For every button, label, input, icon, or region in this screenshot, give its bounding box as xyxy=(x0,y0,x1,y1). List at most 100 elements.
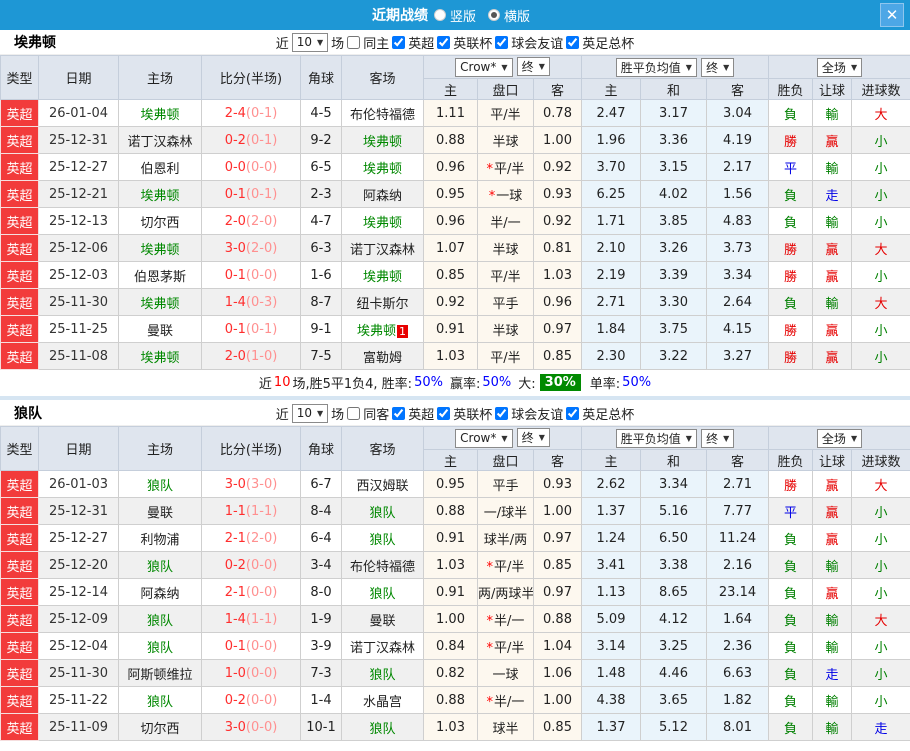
avg-draw: 4.02 xyxy=(640,180,708,208)
league-checkbox-0[interactable] xyxy=(392,406,406,420)
score-cell: 2-1(2-0) xyxy=(201,524,301,552)
league-label-3[interactable]: 英足总杯 xyxy=(582,33,634,52)
match-row: 英超 25-11-30 阿斯顿维拉 1-0(0-0) 7-3 狼队 0.82 一球 1.06 1.… xyxy=(0,659,910,687)
avg-away: 1.64 xyxy=(706,605,770,633)
match-row: 英超 25-12-27 伯恩利 0-0(0-0) 6-5 埃弗顿 0.96 *平/半 0.92 3… xyxy=(0,153,910,181)
handicap-changed-marker: * xyxy=(486,559,494,575)
horizontal-layout-label[interactable]: 横版 xyxy=(504,6,530,25)
col-avg-away: 客 xyxy=(706,78,770,100)
home-team-name: 狼队 xyxy=(146,559,173,575)
result-outcome: 勝 xyxy=(768,234,814,262)
same-venue-checkbox[interactable] xyxy=(347,35,361,49)
period-value: 全场 xyxy=(821,431,846,446)
result-outcome: 勝 xyxy=(768,261,814,289)
score-cell: 1-0(0-0) xyxy=(201,659,301,687)
handicap-changed-marker: * xyxy=(486,694,494,710)
same-venue-label[interactable]: 同主 xyxy=(363,33,389,52)
avg-draw: 5.16 xyxy=(640,497,708,525)
filter-controls: 近 10 场 同客 英超 英联杯 球会友谊 英足总杯 xyxy=(0,403,910,423)
match-date: 25-12-21 xyxy=(38,180,119,208)
match-row: 英超 25-11-30 埃弗顿 1-4(0-3) 8-7 纽卡斯尔 0.92 平手 0.96 2.… xyxy=(0,288,910,316)
avg-away: 3.27 xyxy=(706,342,770,370)
league-checkbox-3[interactable] xyxy=(566,406,580,420)
corner-score: 8-0 xyxy=(300,578,342,606)
home-team-cell: 切尔西 xyxy=(118,713,202,741)
league-checkbox-1[interactable] xyxy=(437,35,451,49)
league-checkbox-2[interactable] xyxy=(495,35,509,49)
avg-away: 2.17 xyxy=(706,153,770,181)
league-label-3[interactable]: 英足总杯 xyxy=(582,404,634,423)
score-cell: 0-1(0-1) xyxy=(201,315,301,343)
odds-away: 0.97 xyxy=(532,578,583,606)
odds-away: 1.00 xyxy=(532,497,583,525)
avg-away: 6.63 xyxy=(706,659,770,687)
avg-source-dropdown[interactable]: 胜平负均值 xyxy=(615,57,697,77)
close-button[interactable] xyxy=(880,3,904,27)
vertical-layout-radio[interactable] xyxy=(433,9,446,21)
odds-stage-dropdown[interactable]: 终 xyxy=(516,428,550,448)
avg-draw: 3.17 xyxy=(640,99,708,127)
avg-stage-dropdown[interactable]: 终 xyxy=(701,57,735,77)
result-handicap: 輸 xyxy=(812,713,853,741)
odds-home: 0.96 xyxy=(423,153,478,181)
league-checkbox-2[interactable] xyxy=(495,406,509,420)
home-team-cell: 狼队 xyxy=(118,632,202,660)
period-dropdown[interactable]: 全场 xyxy=(816,428,863,448)
result-handicap: 贏 xyxy=(812,578,853,606)
match-row: 英超 25-11-09 切尔西 3-0(0-0) 10-1 狼队 1.03 球半 0.85 1.3… xyxy=(0,713,910,741)
odds-away: 0.85 xyxy=(532,551,583,579)
horizontal-layout-radio[interactable] xyxy=(488,9,500,21)
away-team-name: 布伦特福德 xyxy=(349,107,415,123)
period-value: 全场 xyxy=(821,60,846,75)
halftime-score: (1-0) xyxy=(245,348,278,364)
fulltime-score: 0-2 xyxy=(224,692,246,708)
avg-away: 4.19 xyxy=(706,126,770,154)
league-label-0[interactable]: 英超 xyxy=(408,404,434,423)
result-outcome: 勝 xyxy=(768,342,814,370)
avg-away: 4.15 xyxy=(706,315,770,343)
corner-score: 6-4 xyxy=(300,524,342,552)
odds-source-dropdown[interactable]: Crow* xyxy=(455,57,513,77)
match-count-select[interactable]: 10 xyxy=(291,403,329,423)
matches-table-wolves: 类型 日期 主场 比分(半场) 角球 客场 Crow* 终 胜平负均值 终 全场 xyxy=(0,426,910,741)
avg-draw: 3.75 xyxy=(640,315,708,343)
home-team-name: 切尔西 xyxy=(140,721,180,737)
league-label-1[interactable]: 英联杯 xyxy=(453,404,492,423)
match-row: 英超 25-12-20 狼队 0-2(0-0) 3-4 布伦特福德 1.03 *平/半 0.85… xyxy=(0,551,910,579)
away-team-cell: 埃弗顿 xyxy=(341,207,424,235)
avg-home: 4.38 xyxy=(581,686,642,714)
same-venue-label[interactable]: 同客 xyxy=(363,404,389,423)
match-count-select[interactable]: 10 xyxy=(291,32,329,52)
score-cell: 0-2(0-1) xyxy=(201,126,301,154)
away-team-cell: 狼队 xyxy=(341,524,424,552)
result-goals: 小 xyxy=(851,659,910,687)
vertical-layout-label[interactable]: 竖版 xyxy=(450,6,476,25)
home-team-cell: 阿森纳 xyxy=(118,578,202,606)
match-row: 英超 25-12-09 狼队 1-4(1-1) 1-9 曼联 1.00 *半/一 0.88 5.0… xyxy=(0,605,910,633)
league-checkbox-3[interactable] xyxy=(566,35,580,49)
odds-source-dropdown[interactable]: Crow* xyxy=(455,428,513,448)
avg-home: 2.71 xyxy=(581,288,642,316)
league-label-2[interactable]: 球会友谊 xyxy=(511,33,563,52)
avg-stage-dropdown[interactable]: 终 xyxy=(701,428,735,448)
avg-source-dropdown[interactable]: 胜平负均值 xyxy=(615,428,697,448)
away-team-name: 富勒姆 xyxy=(362,350,402,366)
avg-away: 1.56 xyxy=(706,180,770,208)
odds-stage-dropdown[interactable]: 终 xyxy=(516,57,550,77)
league-label-0[interactable]: 英超 xyxy=(408,33,434,52)
home-team-name: 埃弗顿 xyxy=(140,188,180,204)
fulltime-score: 0-2 xyxy=(224,557,246,573)
home-team-cell: 狼队 xyxy=(118,470,202,498)
result-goals: 大 xyxy=(851,605,910,633)
result-outcome: 負 xyxy=(768,686,814,714)
avg-home: 1.37 xyxy=(581,713,642,741)
match-row: 英超 25-12-14 阿森纳 2-1(0-0) 8-0 狼队 0.91 两/两球半 0.97 1… xyxy=(0,578,910,606)
league-checkbox-1[interactable] xyxy=(437,406,451,420)
avg-draw: 4.12 xyxy=(640,605,708,633)
league-label-2[interactable]: 球会友谊 xyxy=(511,404,563,423)
away-team-name: 狼队 xyxy=(369,586,396,602)
league-label-1[interactable]: 英联杯 xyxy=(453,33,492,52)
league-checkbox-0[interactable] xyxy=(392,35,406,49)
period-dropdown[interactable]: 全场 xyxy=(816,57,863,77)
same-venue-checkbox[interactable] xyxy=(347,406,361,420)
